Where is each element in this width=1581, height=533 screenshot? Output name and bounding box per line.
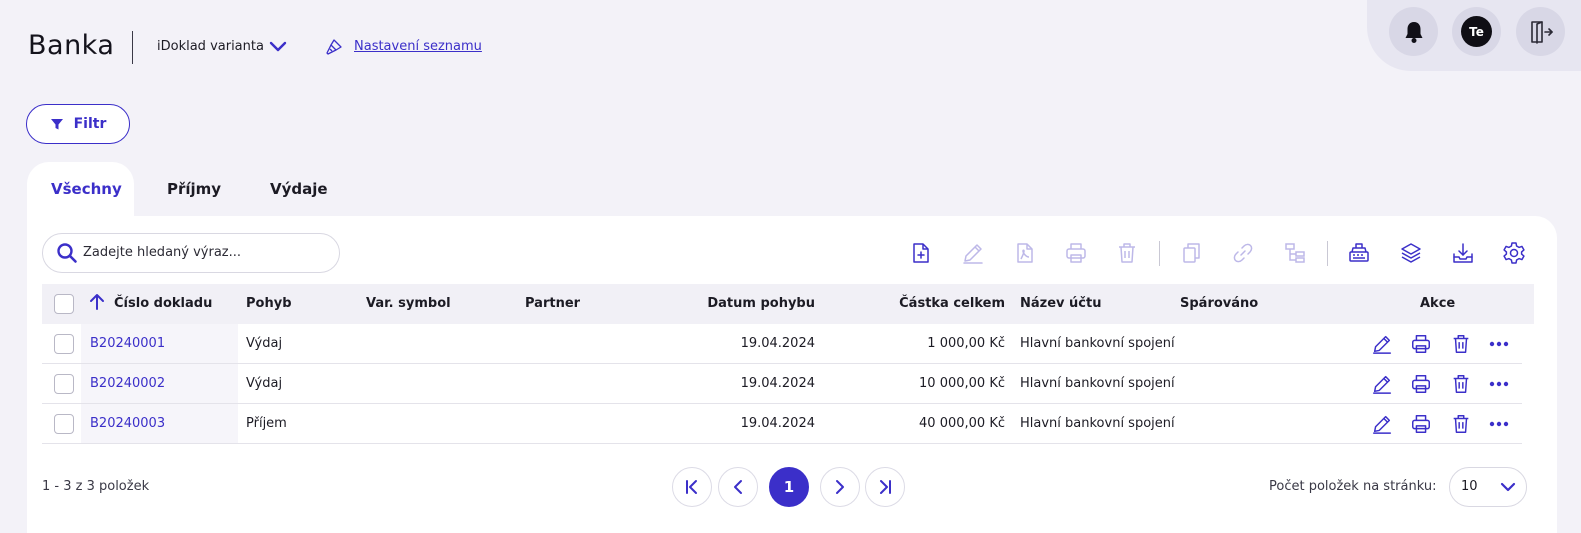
- amount-cell: 1 000,00 Kč: [927, 336, 1005, 351]
- print-icon[interactable]: [1064, 241, 1088, 265]
- delete-icon[interactable]: [1450, 373, 1472, 395]
- next-page-button[interactable]: [820, 467, 860, 507]
- last-page-icon: [876, 478, 894, 496]
- new-document-icon[interactable]: [909, 241, 933, 265]
- per-page-label: Počet položek na stránku:: [1269, 479, 1437, 494]
- column-header-movement[interactable]: Pohyb: [246, 296, 292, 311]
- search-input[interactable]: [83, 245, 323, 260]
- sort-ascending-icon[interactable]: [89, 293, 105, 311]
- column-header-amount[interactable]: Částka celkem: [850, 296, 1005, 311]
- pdf-icon[interactable]: [1013, 241, 1037, 265]
- tab-expenses[interactable]: Výdaje: [270, 180, 328, 198]
- account-cell: Hlavní bankovní spojení: [1020, 376, 1175, 391]
- list-settings-link[interactable]: Nastavení seznamu: [354, 39, 482, 54]
- row-divider: [42, 403, 1522, 404]
- tab-all[interactable]: Všechny: [51, 180, 122, 198]
- more-icon[interactable]: [1488, 413, 1510, 435]
- filter-icon: [50, 117, 64, 131]
- delete-icon[interactable]: [1115, 241, 1139, 265]
- more-icon[interactable]: [1488, 373, 1510, 395]
- more-icon[interactable]: [1488, 333, 1510, 355]
- account-cell: Hlavní bankovní spojení: [1020, 336, 1175, 351]
- movement-cell: Výdaj: [246, 376, 283, 391]
- column-header-date[interactable]: Datum pohybu: [660, 296, 815, 311]
- logout-button[interactable]: [1516, 7, 1565, 56]
- document-number-link[interactable]: B20240003: [90, 416, 165, 431]
- edit-icon[interactable]: [1371, 333, 1393, 355]
- search-icon: [56, 242, 78, 264]
- amount-cell: 10 000,00 Kč: [919, 376, 1005, 391]
- chevron-down-icon[interactable]: [268, 38, 288, 56]
- document-number-link[interactable]: B20240002: [90, 376, 165, 391]
- avatar: Te: [1461, 16, 1492, 47]
- chevron-left-icon: [729, 478, 747, 496]
- print-icon[interactable]: [1410, 373, 1432, 395]
- toolbar-divider: [1327, 241, 1328, 266]
- print-icon[interactable]: [1410, 413, 1432, 435]
- chevron-right-icon: [831, 478, 849, 496]
- print-icon[interactable]: [1410, 333, 1432, 355]
- column-header-partner[interactable]: Partner: [525, 296, 580, 311]
- settings-icon[interactable]: [1502, 241, 1526, 265]
- tab-income[interactable]: Příjmy: [167, 180, 221, 198]
- row-checkbox[interactable]: [54, 414, 74, 434]
- select-all-checkbox[interactable]: [54, 294, 74, 314]
- last-page-button[interactable]: [865, 467, 905, 507]
- column-header-account[interactable]: Název účtu: [1020, 296, 1101, 311]
- movement-cell: Příjem: [246, 416, 287, 431]
- page-title: Banka: [28, 30, 115, 61]
- date-cell: 19.04.2024: [740, 416, 815, 431]
- filter-button[interactable]: Filtr: [26, 104, 130, 144]
- date-cell: 19.04.2024: [740, 376, 815, 391]
- edit-icon[interactable]: [1371, 413, 1393, 435]
- previous-page-button[interactable]: [718, 467, 758, 507]
- delete-icon[interactable]: [1450, 333, 1472, 355]
- edit-icon[interactable]: [1371, 373, 1393, 395]
- edit-icon[interactable]: [961, 241, 985, 265]
- first-page-button[interactable]: [672, 467, 712, 507]
- chevron-down-icon: [1500, 480, 1516, 494]
- account-cell: Hlavní bankovní spojení: [1020, 416, 1175, 431]
- column-header-document-number[interactable]: Číslo dokladu: [114, 296, 212, 311]
- row-divider: [42, 443, 1522, 444]
- download-icon[interactable]: [1451, 241, 1475, 265]
- first-page-icon: [683, 478, 701, 496]
- column-header-actions: Akce: [1420, 296, 1456, 311]
- row-checkbox[interactable]: [54, 374, 74, 394]
- toolbar-divider: [1159, 241, 1160, 266]
- amount-cell: 40 000,00 Kč: [919, 416, 1005, 431]
- variant-selector-label[interactable]: iDoklad varianta: [157, 39, 264, 54]
- brush-icon[interactable]: [325, 38, 343, 56]
- date-cell: 19.04.2024: [740, 336, 815, 351]
- layers-icon[interactable]: [1399, 241, 1423, 265]
- logout-icon: [1528, 19, 1554, 45]
- row-checkbox[interactable]: [54, 334, 74, 354]
- bell-icon: [1403, 20, 1425, 44]
- user-menu-button[interactable]: Te: [1452, 7, 1501, 56]
- column-header-paired[interactable]: Spárováno: [1180, 296, 1258, 311]
- title-divider: [132, 31, 133, 64]
- tree-icon[interactable]: [1283, 241, 1307, 265]
- link-icon[interactable]: [1231, 241, 1255, 265]
- copy-icon[interactable]: [1180, 241, 1204, 265]
- document-number-link[interactable]: B20240001: [90, 336, 165, 351]
- row-divider: [42, 363, 1522, 364]
- movement-cell: Výdaj: [246, 336, 283, 351]
- current-page-button[interactable]: 1: [769, 467, 809, 507]
- per-page-value: 10: [1461, 479, 1478, 494]
- notifications-button[interactable]: [1389, 7, 1438, 56]
- cash-register-icon[interactable]: [1347, 241, 1371, 265]
- pagination-info: 1 - 3 z 3 položek: [42, 479, 150, 494]
- column-header-variable-symbol[interactable]: Var. symbol: [366, 296, 451, 311]
- delete-icon[interactable]: [1450, 413, 1472, 435]
- filter-label: Filtr: [73, 116, 107, 132]
